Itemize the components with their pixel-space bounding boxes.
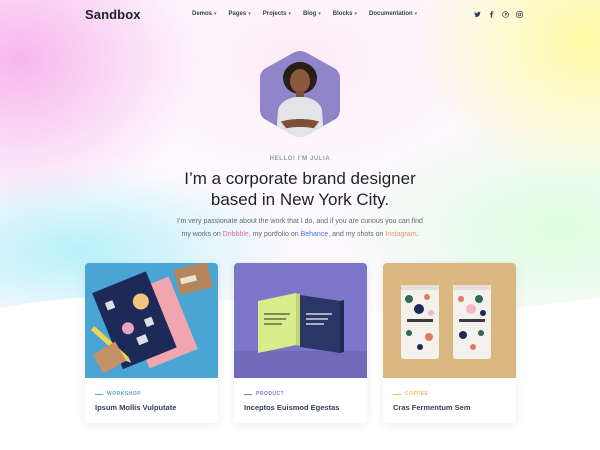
headline-line: I’m a corporate brand designer (184, 169, 416, 188)
intro-text: , my portfolio on (248, 231, 301, 238)
menu-item-pages[interactable]: Pages ▾ (229, 11, 251, 17)
intro-text: , and my shots on (328, 231, 386, 238)
category-dash (244, 393, 252, 395)
menu-item-label: Blocks (332, 11, 353, 17)
social-links (474, 10, 523, 18)
menu-item-label: Demos (192, 11, 213, 17)
chevron-down-icon: ▾ (214, 11, 217, 17)
twitter-icon[interactable] (474, 10, 481, 18)
pinterest-icon[interactable] (502, 10, 509, 18)
category-label[interactable]: PRODUCT (256, 391, 284, 397)
portfolio-card[interactable]: WORKSHOP Ipsum Mollis Vulputate (85, 263, 218, 423)
menu-item-label: Projects (262, 11, 287, 17)
greeting-text: HELLO! I'M JULIA (269, 156, 331, 162)
menu-item-label: Documentation (369, 11, 413, 17)
portfolio-card[interactable]: COFFEE Cras Fermentum Sem (383, 263, 516, 423)
facebook-icon[interactable] (488, 10, 495, 18)
menu-item-blocks[interactable]: Blocks ▾ (333, 11, 357, 17)
card-title[interactable]: Inceptos Euismod Egestas (244, 403, 339, 412)
menu-item-label: Pages (228, 11, 247, 17)
square-boxes-mockup-image[interactable] (234, 263, 367, 378)
instagram-link[interactable]: Instagram (385, 231, 416, 238)
logo[interactable]: Sandbox (85, 7, 141, 22)
card-category: WORKSHOP (95, 391, 141, 397)
card-title[interactable]: Cras Fermentum Sem (393, 403, 471, 412)
intro-paragraph: I’m very passionate about the work that … (145, 215, 455, 241)
category-label[interactable]: COFFEE (405, 391, 428, 397)
avatar (256, 48, 344, 140)
category-label[interactable]: WORKSHOP (107, 391, 141, 397)
card-category: COFFEE (393, 391, 428, 397)
coffee-bags-mockup-image[interactable] (383, 263, 516, 378)
menu-item-documentation[interactable]: Documentation ▾ (369, 11, 417, 17)
card-title[interactable]: Ipsum Mollis Vulputate (95, 403, 176, 412)
card-category: PRODUCT (244, 391, 284, 397)
category-dash (95, 393, 103, 395)
chevron-down-icon: ▾ (354, 11, 357, 17)
chevron-down-icon: ▾ (288, 11, 291, 17)
portfolio-card[interactable]: PRODUCT Inceptos Euismod Egestas (234, 263, 367, 423)
instagram-icon[interactable] (516, 10, 523, 18)
menu-item-blog[interactable]: Blog ▾ (303, 11, 321, 17)
headline-line: based in New York City. (210, 190, 390, 209)
page-title: I’m a corporate brand designer based in … (150, 168, 450, 210)
intro-text: my works on (181, 231, 223, 238)
dribbble-link[interactable]: Dribbble (223, 231, 249, 238)
top-navbar: Sandbox Demos ▾ Pages ▾ Projects ▾ Blog ▾ Bl… (0, 0, 600, 30)
category-dash (393, 393, 401, 395)
chevron-down-icon: ▾ (248, 11, 251, 17)
menu-item-label: Blog (302, 11, 317, 17)
menu-item-projects[interactable]: Projects ▾ (263, 11, 291, 17)
menu-item-demos[interactable]: Demos ▾ (192, 11, 217, 17)
chevron-down-icon: ▾ (414, 11, 418, 17)
intro-text: . (416, 231, 419, 238)
main-menu: Demos ▾ Pages ▾ Projects ▾ Blog ▾ Blocks ▾ Do… (192, 11, 429, 17)
intro-text: I’m very passionate about the work that … (177, 218, 423, 225)
behance-link[interactable]: Behance (301, 231, 329, 238)
book-mockup-image[interactable] (85, 263, 218, 378)
chevron-down-icon: ▾ (318, 11, 321, 17)
